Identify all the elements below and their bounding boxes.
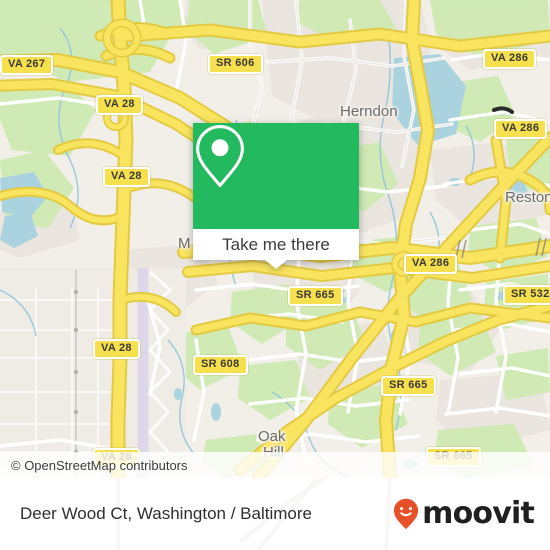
- road-shield-va-286-c: VA 286: [404, 254, 458, 274]
- popup-icon-area: [193, 123, 359, 229]
- road-shield-va-267: VA 267: [0, 55, 54, 75]
- moovit-logo: moovit: [393, 496, 535, 531]
- road-shield-va-28-mid: VA 28: [103, 167, 150, 187]
- road-shield-va-286-e: VA 286: [494, 119, 548, 139]
- take-me-there-button[interactable]: Take me there: [193, 229, 359, 260]
- map-canvas[interactable]: Herndon Reston Oak Hill M VA 267 SR 606 …: [0, 0, 550, 478]
- footer-bar: Deer Wood Ct, Washington / Baltimore moo…: [0, 478, 550, 550]
- popup-pointer: [265, 260, 287, 269]
- road-shield-va-28-n: VA 28: [96, 95, 143, 115]
- map-attribution: © OpenStreetMap contributors: [0, 452, 550, 478]
- road-shield-sr-5320: SR 5320: [503, 285, 550, 305]
- road-shield-sr-665-n: SR 665: [288, 286, 343, 306]
- road-shield-sr-606: SR 606: [208, 54, 263, 74]
- road-shield-sr-665-c: SR 665: [381, 376, 436, 396]
- location-popup-card[interactable]: Take me there: [193, 123, 359, 269]
- moovit-smiley-pin-icon: [394, 498, 419, 530]
- map-screenshot: Herndon Reston Oak Hill M VA 267 SR 606 …: [0, 0, 550, 550]
- map-pin-icon: [196, 125, 244, 187]
- location-title: Deer Wood Ct, Washington / Baltimore: [20, 504, 312, 523]
- road-shield-va-286-n: VA 286: [483, 49, 537, 69]
- moovit-wordmark: moovit: [422, 496, 535, 531]
- attribution-text: © OpenStreetMap contributors: [11, 457, 188, 473]
- road-shield-sr-608: SR 608: [193, 355, 248, 375]
- road-shield-va-28-s: VA 28: [93, 339, 140, 359]
